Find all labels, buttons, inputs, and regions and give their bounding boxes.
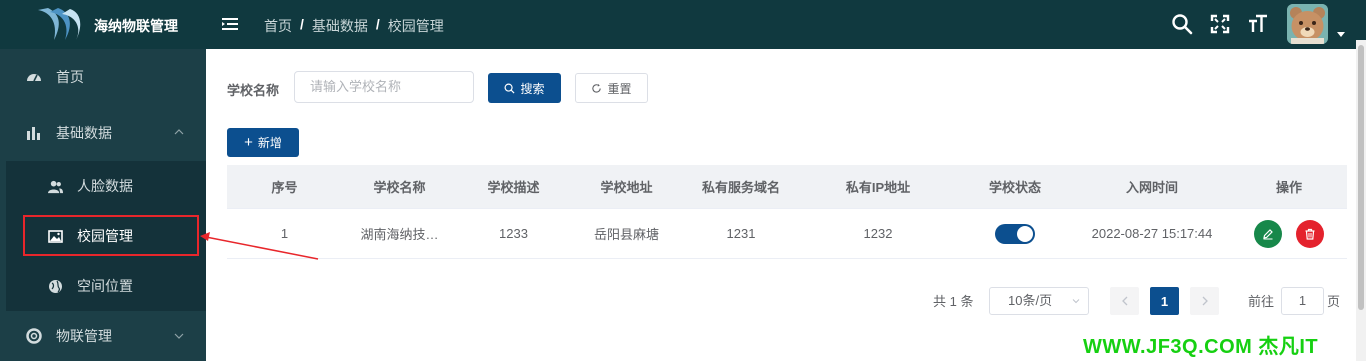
- goto-page-input[interactable]: 1: [1281, 287, 1324, 315]
- edit-button[interactable]: [1254, 219, 1282, 248]
- chevron-right-icon: [1202, 296, 1208, 306]
- cell-joined-time: 2022-08-27 15:17:44: [1091, 226, 1213, 241]
- chevron-down-icon: [174, 333, 184, 339]
- logo-icon: [38, 8, 81, 40]
- cell-status: [957, 209, 1073, 258]
- column-header: 序号: [271, 180, 298, 195]
- fullscreen-icon[interactable]: [1208, 12, 1232, 36]
- school-name-label: 学校名称: [227, 83, 280, 98]
- sidebar-item-label: 首页: [56, 69, 84, 85]
- chevron-left-icon: [1121, 296, 1127, 306]
- lifebuoy-icon: [26, 328, 42, 344]
- reset-button[interactable]: 重置: [575, 73, 648, 103]
- pencil-icon: [1263, 228, 1273, 239]
- sidebar-item-iot[interactable]: 物联管理: [6, 311, 206, 361]
- table-row: 1 湖南海纳技… 1233 岳阳县麻塘 1231 1232 2022-08-27…: [227, 208, 1347, 259]
- page-size-value: 10条/页: [1008, 293, 1053, 308]
- breadcrumb: 首页 / 基础数据 / 校园管理: [264, 16, 444, 36]
- bear-avatar-icon: [1287, 4, 1328, 44]
- add-button[interactable]: + 新增: [227, 128, 299, 157]
- column-header: 私有IP地址: [845, 180, 911, 195]
- highlight-box: [23, 215, 199, 256]
- plus-icon: +: [244, 134, 253, 151]
- cell-index: 1: [280, 226, 289, 241]
- users-icon: [48, 180, 63, 193]
- sidebar-item-face-data[interactable]: 人脸数据: [6, 161, 206, 211]
- table-header: 序号 学校名称 学校描述 学校地址 私有服务域名 私有IP地址 学校状态 入网时…: [227, 165, 1347, 208]
- logo-area[interactable]: 海纳物联管理: [0, 0, 206, 49]
- next-page-button[interactable]: [1190, 287, 1219, 315]
- delete-button[interactable]: [1296, 219, 1324, 248]
- dashboard-icon: [27, 74, 41, 82]
- school-name-input[interactable]: 请输入学校名称: [294, 71, 474, 103]
- sidebar-item-label: 空间位置: [77, 278, 133, 294]
- column-header: 学校描述: [487, 180, 540, 195]
- app-title: 海纳物联管理: [94, 18, 178, 34]
- search-icon: [504, 83, 515, 94]
- page-size-select[interactable]: 10条/页: [989, 287, 1089, 315]
- chevron-down-icon[interactable]: [1337, 32, 1345, 37]
- column-header: 私有服务域名: [701, 180, 780, 195]
- breadcrumb-separator: /: [375, 16, 380, 32]
- search-icon[interactable]: [1170, 12, 1194, 36]
- cell-domain: 1231: [726, 226, 756, 241]
- scrollbar-thumb[interactable]: [1358, 45, 1364, 310]
- menu-fold-icon[interactable]: [220, 14, 240, 34]
- refresh-icon: [592, 83, 602, 93]
- sidebar-item-label: 人脸数据: [77, 178, 133, 194]
- sidebar-item-label: 基础数据: [56, 125, 112, 141]
- column-header: 学校名称: [373, 180, 426, 195]
- bar-chart-icon: [27, 127, 40, 140]
- column-header: 入网时间: [1125, 180, 1178, 195]
- sidebar-item-space-location[interactable]: 空间位置: [6, 261, 206, 311]
- goto-label: 前往: [1248, 294, 1275, 309]
- prev-page-button[interactable]: [1110, 287, 1139, 315]
- column-header: 操作: [1275, 180, 1302, 195]
- sidebar-item-label: 物联管理: [56, 328, 112, 344]
- status-toggle[interactable]: [995, 223, 1035, 244]
- chevron-up-icon: [174, 129, 184, 135]
- page-number-button[interactable]: 1: [1150, 287, 1179, 315]
- search-button-label: 搜索: [520, 81, 545, 96]
- globe-icon: [49, 279, 62, 293]
- column-header: 学校状态: [988, 180, 1041, 195]
- user-avatar[interactable]: [1287, 4, 1328, 44]
- cell-description: 1233: [499, 226, 528, 241]
- goto-unit: 页: [1327, 294, 1341, 309]
- breadcrumb-basic-data[interactable]: 基础数据: [312, 16, 368, 36]
- trash-icon: [1305, 228, 1315, 240]
- cell-actions: [1231, 209, 1347, 258]
- breadcrumb-separator: /: [300, 16, 304, 32]
- column-header: 学校地址: [600, 180, 653, 195]
- cell-address: 岳阳县麻塘: [593, 227, 659, 242]
- watermark: WWW.JF3Q.COM 杰凡IT: [1083, 336, 1319, 358]
- cell-ip: 1232: [863, 226, 893, 241]
- font-size-icon[interactable]: [1246, 12, 1270, 36]
- search-button[interactable]: 搜索: [488, 73, 561, 103]
- sidebar-item-basic-data[interactable]: 基础数据: [6, 105, 206, 161]
- breadcrumb-campus: 校园管理: [387, 18, 444, 34]
- cell-school-name: 湖南海纳技…: [360, 227, 439, 242]
- chevron-down-icon: [1072, 299, 1080, 304]
- pagination-total: 共 1 条: [933, 294, 974, 309]
- reset-button-label: 重置: [607, 81, 632, 96]
- add-button-label: 新增: [257, 136, 282, 150]
- sidebar-item-home[interactable]: 首页: [6, 49, 206, 105]
- breadcrumb-home[interactable]: 首页: [264, 16, 292, 36]
